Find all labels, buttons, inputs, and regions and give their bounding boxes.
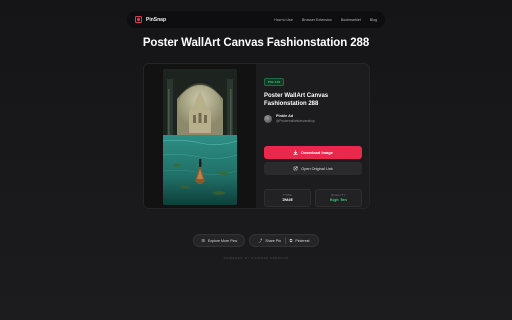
meta-quality-label: QUALITY [331, 193, 346, 198]
pin-info: PIN #48 Poster WallArt Canvas Fashionsta… [264, 70, 364, 207]
explore-more-pins-button[interactable]: ⊞ Explore More Pins [193, 234, 246, 247]
top-navbar: PinSnap How to Use Browser Extension Boo… [127, 11, 385, 28]
pin-meta: TYPE IMAGE QUALITY High Res [264, 189, 362, 207]
share-icon: ⤴ [258, 237, 263, 243]
avatar [264, 114, 272, 123]
pin-title: Poster WallArt Canvas Fashionstation 288 [264, 93, 329, 107]
download-icon [293, 150, 298, 155]
pinterest-button[interactable]: ⧉ Pinterest [285, 237, 313, 243]
author-name: Pinkle Ad [276, 114, 294, 118]
download-image-button[interactable]: Download Image [264, 146, 362, 159]
grid-icon: ⊞ [201, 237, 205, 243]
nav-link-bookmarklet[interactable]: Bookmarklet [341, 18, 361, 22]
download-label: Download Image [301, 150, 333, 155]
pinterest-label: Pinterest [295, 238, 310, 243]
meta-quality: QUALITY High Res [315, 189, 362, 207]
bottom-actions: ⊞ Explore More Pins ⤴ Share Pin ⧉ Pinter… [0, 234, 512, 247]
meta-quality-value: High Res [329, 198, 348, 203]
nav-link-blog[interactable]: Blog [370, 18, 377, 22]
pin-image-artwork [163, 69, 237, 205]
share-pin-button[interactable]: ⤴ Share Pin [254, 237, 285, 243]
logo[interactable]: PinSnap [135, 16, 166, 23]
footer-text: POWERED BY PINSNAP PREMIUM [223, 256, 289, 260]
meta-type: TYPE IMAGE [264, 189, 311, 207]
link-icon: ⧉ [289, 237, 293, 243]
meta-type-value: IMAGE [282, 198, 293, 203]
pin-badge: PIN #48 [264, 78, 285, 86]
pin-image[interactable] [163, 69, 237, 205]
external-link-icon [293, 166, 298, 171]
share-label: Share Pin [265, 238, 281, 243]
open-label: Open Original Link [301, 166, 333, 171]
explore-label: Explore More Pins [207, 238, 238, 243]
nav-links: How to Use Browser Extension Bookmarklet… [274, 18, 377, 22]
author-handle: @Posterwallartcanvasshop [276, 119, 315, 123]
image-pane [144, 64, 256, 208]
nav-link-how-to-use[interactable]: How to Use [274, 18, 293, 22]
pinsnap-logo-icon [135, 16, 142, 23]
share-group: ⤴ Share Pin ⧉ Pinterest [249, 234, 319, 247]
author-row[interactable]: Pinkle Ad @Posterwallartcanvasshop [264, 114, 364, 123]
nav-link-browser-extension[interactable]: Browser Extension [302, 18, 332, 22]
open-original-link-button[interactable]: Open Original Link [264, 162, 362, 175]
author-text: Pinkle Ad @Posterwallartcanvasshop [276, 114, 315, 123]
pin-card: PIN #48 Poster WallArt Canvas Fashionsta… [143, 63, 370, 209]
meta-type-label: TYPE [283, 193, 292, 198]
page-title: Poster WallArt Canvas Fashionstation 288 [142, 37, 370, 49]
logo-text: PinSnap [146, 16, 167, 23]
